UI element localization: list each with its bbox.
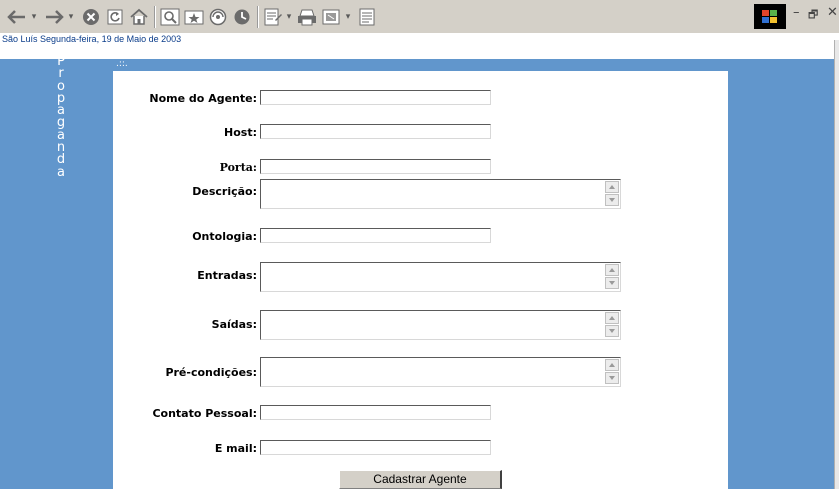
edit-icon[interactable] [320, 6, 342, 28]
forward-arrow-icon[interactable] [43, 6, 65, 28]
contato-label: Contato Pessoal: [152, 407, 257, 420]
print-icon[interactable] [296, 6, 318, 28]
porta-input[interactable] [260, 159, 491, 174]
entradas-label: Entradas: [197, 269, 257, 282]
favorites-icon[interactable] [183, 6, 205, 28]
back-dropdown-icon[interactable]: ▾ [29, 6, 39, 28]
agent-registration-form: Nome do Agente: Host: Porta: Descrição: … [113, 71, 728, 489]
restore-icon[interactable]: 🗗 [808, 6, 818, 25]
discuss-icon[interactable] [356, 6, 378, 28]
host-label: Host: [224, 126, 257, 139]
scroll-down-icon[interactable] [605, 372, 619, 384]
contato-input[interactable] [260, 405, 491, 420]
textarea-scrollbar[interactable] [605, 359, 619, 385]
saidas-label: Saídas: [211, 318, 257, 331]
history-icon[interactable] [231, 6, 253, 28]
minimize-icon[interactable]: – [793, 5, 800, 20]
search-icon[interactable] [159, 6, 181, 28]
vertical-letter: a [57, 164, 65, 180]
toolbar-separator [257, 6, 259, 28]
textarea-scrollbar[interactable] [605, 264, 619, 290]
host-input[interactable] [260, 124, 491, 139]
date-line: São Luís Segunda-feira, 19 de Maio de 20… [0, 33, 839, 45]
scroll-up-icon[interactable] [605, 181, 619, 193]
ontologia-label: Ontologia: [192, 230, 257, 243]
scroll-up-icon[interactable] [605, 264, 619, 276]
scroll-down-icon[interactable] [605, 277, 619, 289]
nome-label: Nome do Agente: [149, 92, 257, 105]
panel-marker: .::. [116, 59, 128, 69]
home-icon[interactable] [128, 6, 150, 28]
scroll-up-icon[interactable] [605, 359, 619, 371]
windows-logo-icon [754, 4, 786, 29]
precondicoes-textarea[interactable] [260, 357, 621, 387]
vertical-scrollbar[interactable] [834, 40, 839, 489]
email-label: E mail: [214, 442, 257, 455]
textarea-scrollbar[interactable] [605, 312, 619, 338]
mail-dropdown-icon[interactable]: ▾ [284, 6, 294, 28]
descricao-label: Descrição: [192, 185, 257, 198]
scroll-up-icon[interactable] [605, 312, 619, 324]
scroll-down-icon[interactable] [605, 325, 619, 337]
descricao-textarea[interactable] [260, 179, 621, 209]
textarea-scrollbar[interactable] [605, 181, 619, 207]
precondicoes-label: Pré-condições: [165, 366, 257, 379]
porta-label: Porta: [219, 161, 257, 174]
nome-input[interactable] [260, 90, 491, 105]
close-icon[interactable]: ✕ [827, 5, 838, 20]
edit-dropdown-icon[interactable]: ▾ [343, 6, 353, 28]
refresh-icon[interactable] [104, 6, 126, 28]
propaganda-vertical-label: P r o p a g a n d a [52, 55, 70, 180]
back-arrow-icon[interactable] [6, 6, 28, 28]
browser-toolbar: ▾ ▾ ▾ ▾ – 🗗 ✕ [0, 0, 839, 34]
entradas-textarea[interactable] [260, 262, 621, 292]
email-input[interactable] [260, 440, 491, 455]
forward-dropdown-icon[interactable]: ▾ [66, 6, 76, 28]
mail-icon[interactable] [262, 6, 284, 28]
stop-icon[interactable] [80, 6, 102, 28]
ontologia-input[interactable] [260, 228, 491, 243]
toolbar-separator [154, 6, 156, 28]
scroll-down-icon[interactable] [605, 194, 619, 206]
cadastrar-agente-button[interactable]: Cadastrar Agente [339, 470, 502, 489]
page-top-spacer [0, 45, 839, 59]
media-icon[interactable] [207, 6, 229, 28]
date-text: São Luís Segunda-feira, 19 de Maio de 20… [2, 34, 182, 44]
saidas-textarea[interactable] [260, 310, 621, 340]
